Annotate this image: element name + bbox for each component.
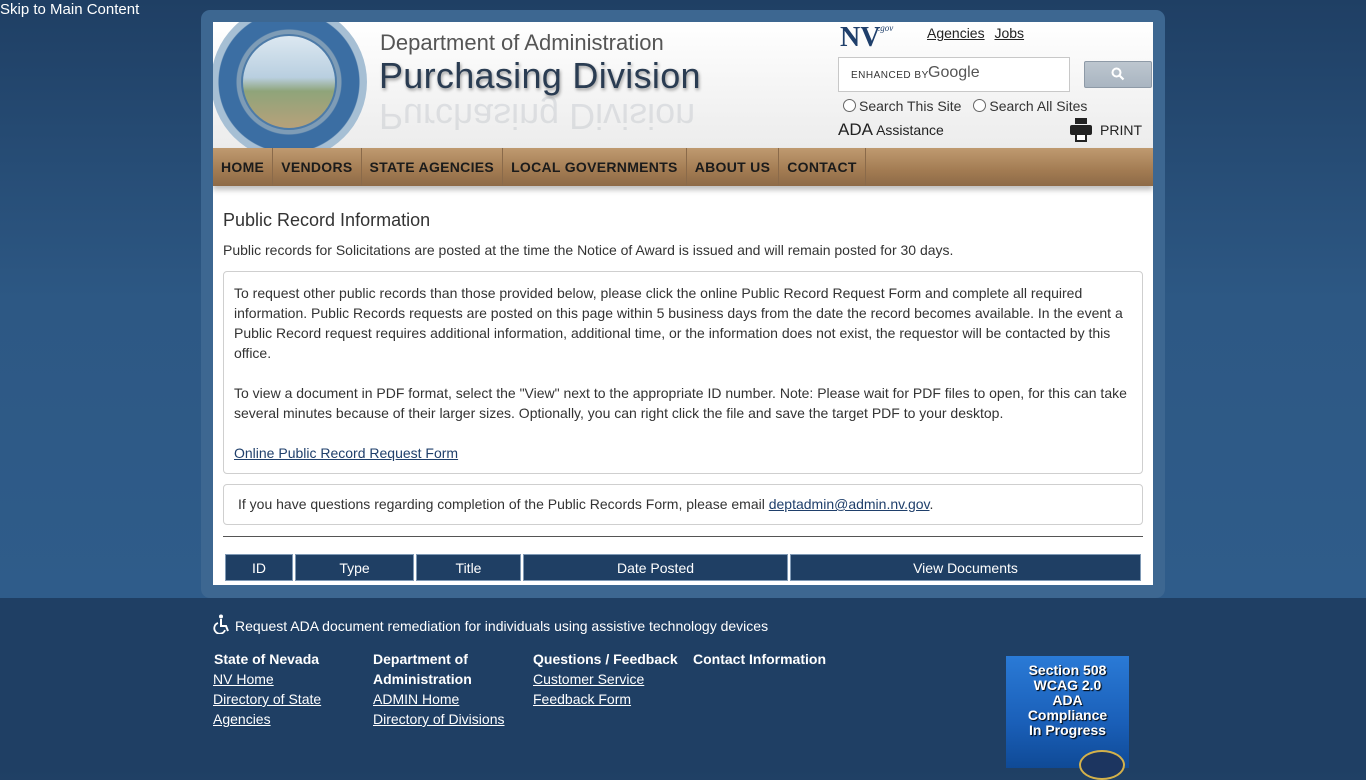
nv-gov-suffix: .gov: [878, 23, 894, 33]
instructions-paragraph-1: To request other public records than tho…: [234, 285, 1123, 361]
feedback-form-link[interactable]: Feedback Form: [533, 689, 678, 709]
nav-vendors[interactable]: VENDORS: [273, 148, 362, 186]
search-all-sites-label[interactable]: Search All Sites: [989, 98, 1087, 114]
contact-information-heading[interactable]: Contact Information: [693, 649, 826, 669]
column-header-view-documents[interactable]: View Documents: [790, 554, 1141, 581]
footer-col-state: State of Nevada NV Home Directory of Sta…: [213, 649, 321, 729]
badge-line-4: Compliance: [1027, 707, 1108, 723]
footer-col-feedback: Questions / Feedback Customer Service Fe…: [533, 649, 678, 709]
search-all-sites-radio[interactable]: [973, 99, 987, 112]
badge-line-5: In Progress: [1028, 722, 1107, 738]
search-this-site-radio[interactable]: [843, 99, 856, 112]
footer-admin-heading-1: Department of: [373, 651, 468, 667]
site-header: Department of Administration Purchasing …: [213, 22, 1153, 160]
footer-col-admin: Department of Administration ADMIN Home …: [373, 649, 504, 729]
badge-line-2: WCAG 2.0: [1033, 677, 1102, 693]
instructions-paragraph-2: To view a document in PDF format, select…: [234, 385, 1127, 421]
search-scope-radios: Search This Site Search All Sites: [843, 98, 1095, 114]
agencies-link[interactable]: Agencies: [927, 25, 985, 41]
column-header-id[interactable]: ID: [225, 554, 293, 581]
customer-service-link[interactable]: Customer Service: [533, 669, 678, 689]
directory-of-state-link[interactable]: Directory of State: [213, 689, 321, 709]
skip-to-main-link[interactable]: Skip to Main Content: [0, 1, 139, 18]
nevada-seal-badge-icon: [1079, 750, 1125, 780]
print-button[interactable]: PRINT: [1070, 118, 1142, 142]
email-link[interactable]: deptadmin@admin.nv.gov: [769, 496, 930, 512]
public-record-request-form-link[interactable]: Online Public Record Request Form: [234, 445, 458, 461]
department-name: Department of Administration: [380, 30, 664, 55]
ada-remediation-label: Request ADA document remediation for ind…: [235, 618, 769, 634]
wheelchair-icon: [213, 614, 229, 634]
search-icon: [1111, 67, 1125, 81]
page-title: Public Record Information: [223, 210, 431, 230]
nav-home[interactable]: HOME: [213, 148, 274, 186]
email-suffix: .: [929, 496, 934, 512]
section-508-badge[interactable]: Section 508 WCAG 2.0 ADA Compliance In P…: [1006, 656, 1129, 780]
divider: [223, 536, 1143, 537]
print-label: PRINT: [1100, 122, 1142, 138]
column-header-date-posted[interactable]: Date Posted: [523, 554, 788, 581]
main-nav: HOME VENDORS STATE AGENCIES LOCAL GOVERN…: [213, 148, 1153, 186]
division-title-reflection: Purchasing Division: [379, 96, 696, 137]
footer-admin-heading-2: Administration: [373, 671, 472, 687]
directory-of-divisions-link[interactable]: Directory of Divisions: [373, 709, 504, 729]
google-label: Google: [928, 64, 980, 81]
questions-text: If you have questions regarding completi…: [238, 496, 765, 512]
nav-local-governments[interactable]: LOCAL GOVERNMENTS: [503, 148, 687, 186]
questions-box: If you have questions regarding completi…: [223, 484, 1143, 525]
division-title[interactable]: Purchasing Division: [379, 55, 701, 97]
footer-feedback-heading: Questions / Feedback: [533, 651, 678, 667]
admin-home-link[interactable]: ADMIN Home: [373, 689, 504, 709]
column-header-title[interactable]: Title: [416, 554, 521, 581]
agencies-footer-link[interactable]: Agencies: [213, 709, 321, 729]
nv-home-link[interactable]: NV Home: [213, 669, 321, 689]
nav-state-agencies[interactable]: STATE AGENCIES: [362, 148, 504, 186]
nav-contact[interactable]: CONTACT: [779, 148, 866, 186]
ada-label: ADA: [838, 120, 873, 139]
jobs-link[interactable]: Jobs: [994, 25, 1024, 41]
ada-assistance-label: Assistance: [876, 122, 944, 138]
badge-line-1: Section 508: [1028, 662, 1107, 678]
ada-assistance-link[interactable]: ADA Assistance: [838, 120, 944, 140]
search-this-site-label[interactable]: Search This Site: [859, 98, 961, 114]
page-frame: Department of Administration Purchasing …: [201, 10, 1165, 598]
page-container: Department of Administration Purchasing …: [213, 22, 1153, 585]
intro-text: Public records for Solicitations are pos…: [223, 242, 954, 258]
search-button[interactable]: [1084, 61, 1152, 88]
search-input[interactable]: ENHANCED BY Google: [838, 57, 1070, 92]
ada-remediation-link[interactable]: Request ADA document remediation for ind…: [213, 614, 768, 634]
instructions-box: To request other public records than tho…: [223, 271, 1143, 474]
nav-about-us[interactable]: ABOUT US: [687, 148, 780, 186]
column-header-type[interactable]: Type: [295, 554, 414, 581]
top-links: Agencies Jobs: [927, 25, 1030, 41]
footer-col-contact: Contact Information: [693, 649, 826, 669]
printer-icon: [1070, 118, 1092, 142]
nevada-state-seal-icon[interactable]: [213, 22, 367, 160]
enhanced-by-label: ENHANCED BY: [851, 70, 929, 81]
badge-line-3: ADA: [1052, 692, 1083, 708]
nv-gov-logo[interactable]: NV: [840, 22, 880, 54]
footer-state-heading: State of Nevada: [214, 651, 320, 667]
